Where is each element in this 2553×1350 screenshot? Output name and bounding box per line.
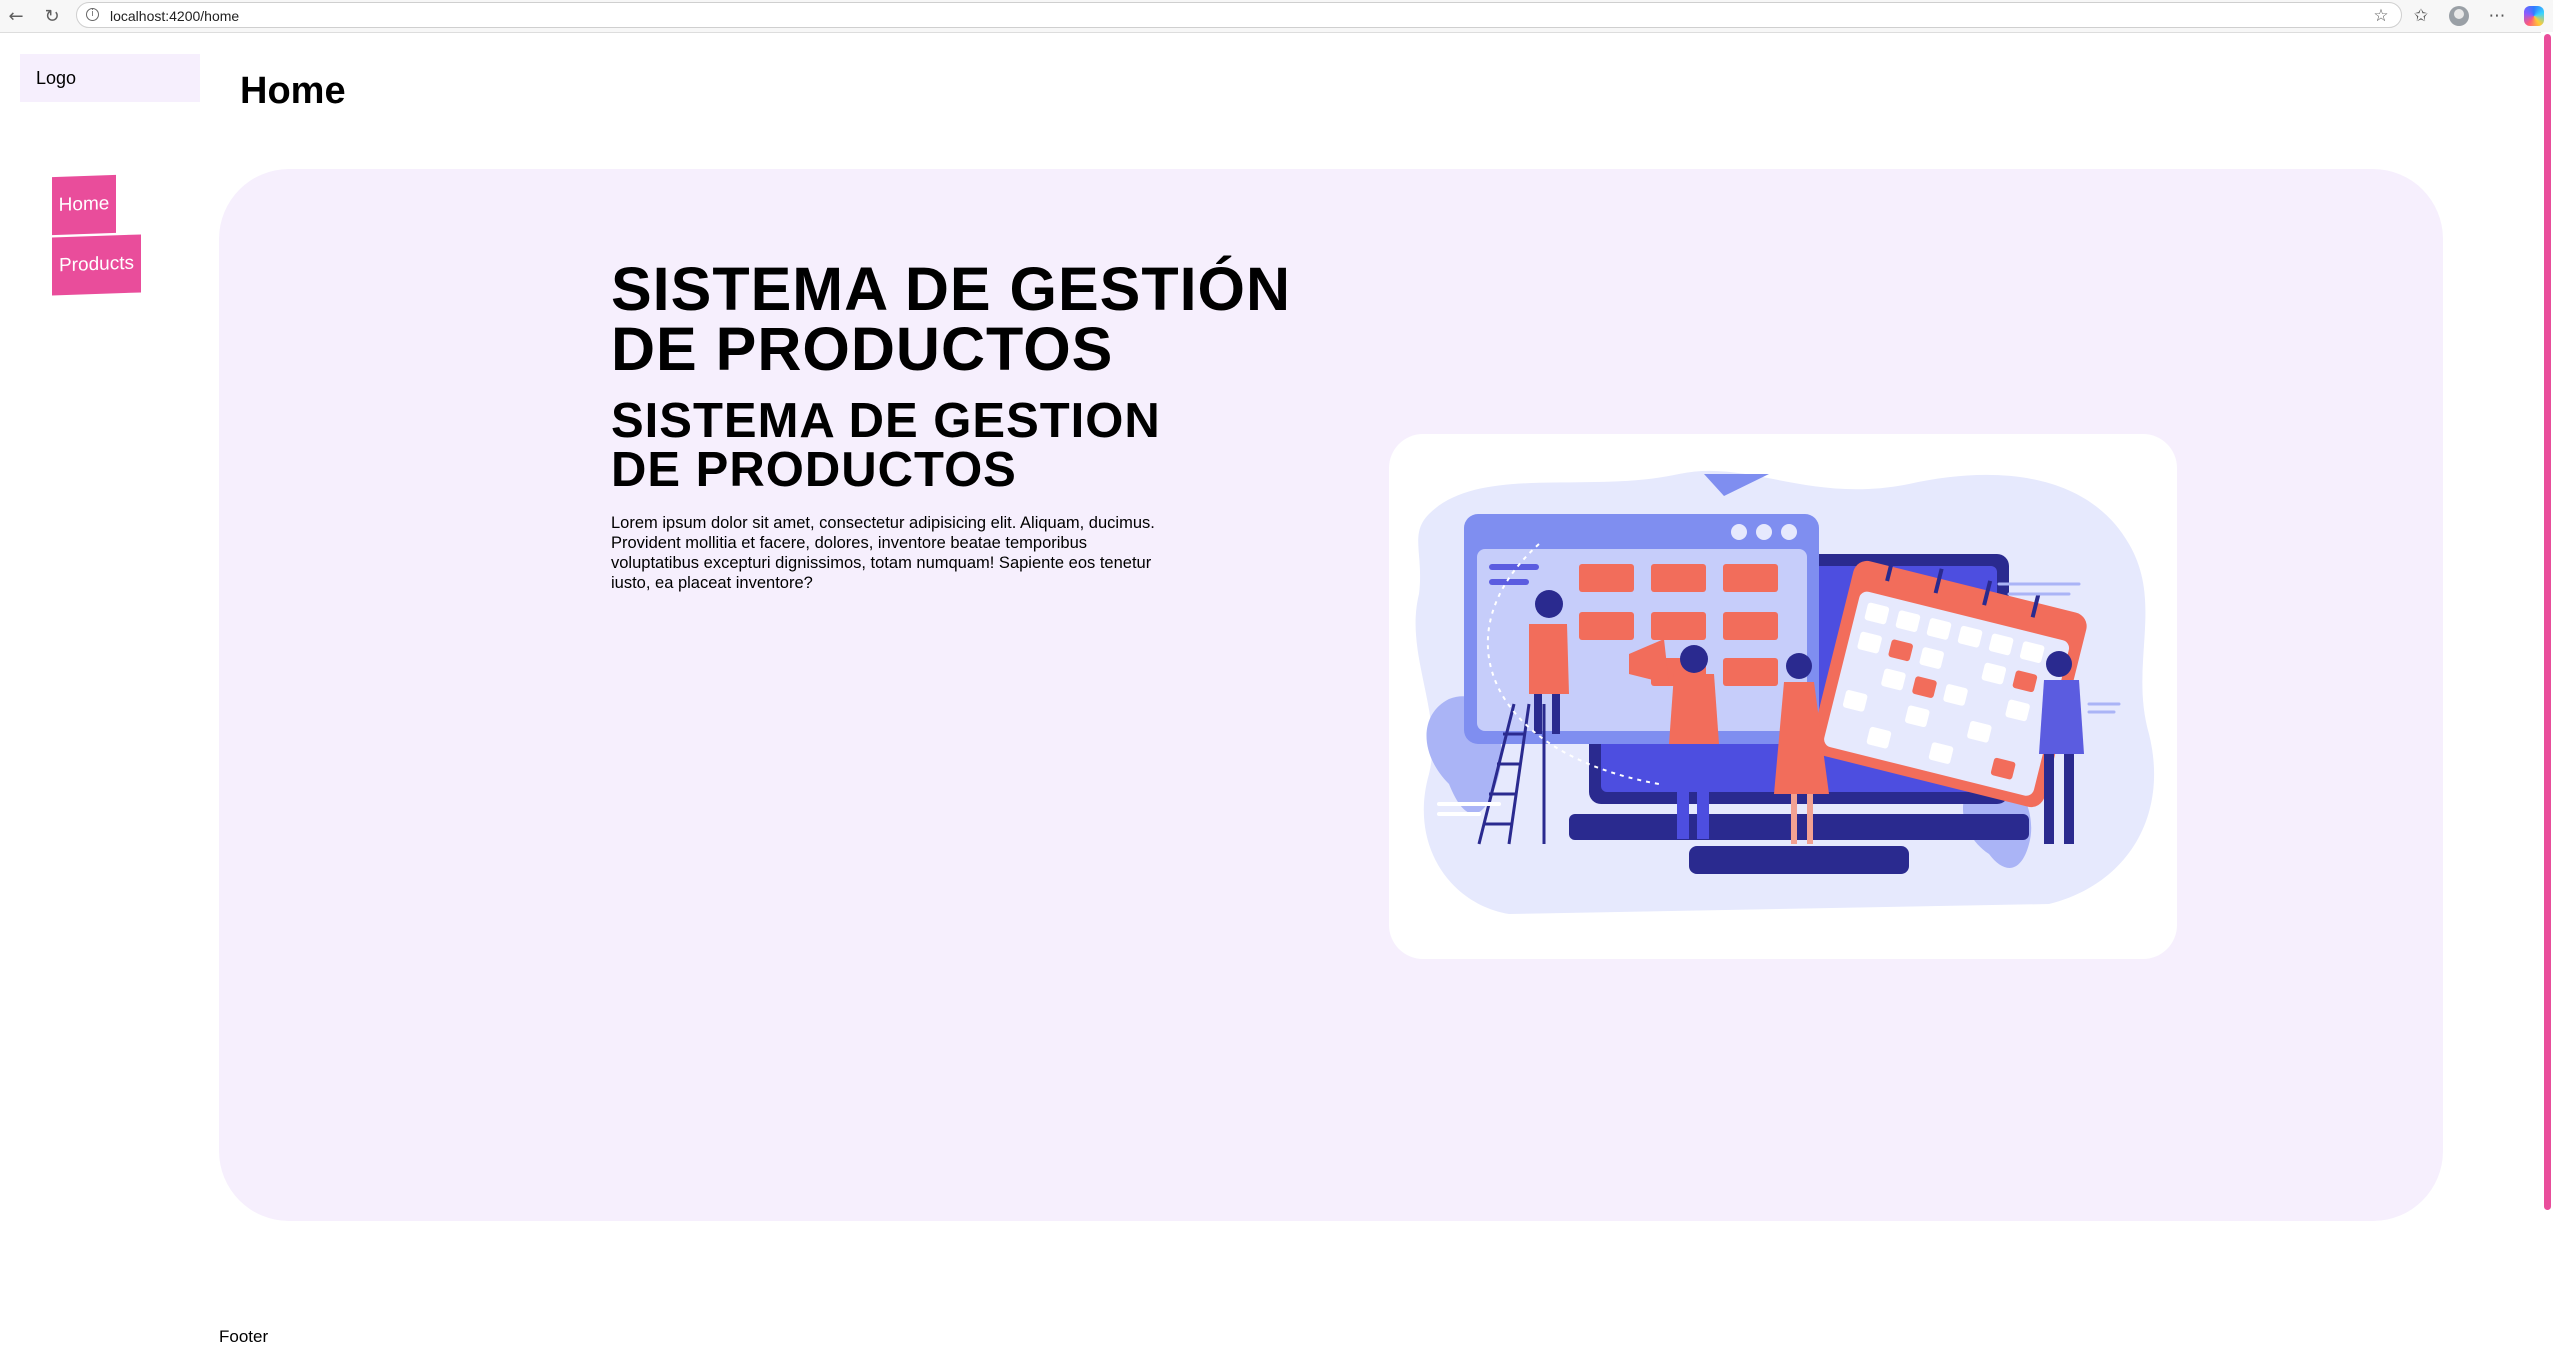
more-icon[interactable]: ⋯ [2484,4,2510,28]
logo-label: Logo [36,67,77,88]
hero-heading: SISTEMA DE GESTIÓN DE PRODUCTOS [611,255,1292,383]
scrollbar-thumb[interactable] [2544,34,2551,1210]
site-info-icon[interactable]: i [86,8,99,21]
reload-icon[interactable]: ↻ [40,4,64,28]
back-icon[interactable]: ← [4,4,28,28]
hero-paragraph: Lorem ipsum dolor sit amet, consectetur … [611,514,1155,592]
hero-subheading: SISTEMA DE GESTION DE PRODUCTOS [611,394,1161,497]
copilot-icon[interactable] [2521,4,2547,28]
hero-illustration [1389,434,2177,959]
favorites-icon[interactable]: ✩ [2408,4,2434,28]
sidebar-item-products[interactable]: Products [52,234,141,296]
footer: Footer [219,1327,269,1346]
product-management-illustration [1415,470,2155,914]
page-title: Home [240,70,346,112]
browser-toolbar: ← ↻ i localhost:4200/home ☆ ✩ ⋯ [0,0,2553,33]
favorite-star-icon[interactable]: ☆ [2368,4,2394,28]
hero-section: SISTEMA DE GESTIÓN DE PRODUCTOS SISTEMA … [219,169,2443,1221]
sidebar-item-home[interactable]: Home [52,174,116,236]
address-bar[interactable]: i localhost:4200/home [76,2,2402,28]
logo[interactable]: Logo [20,54,200,102]
address-url[interactable]: localhost:4200/home [110,8,239,24]
sidebar-item-label: Products [59,252,134,277]
profile-icon[interactable] [2446,4,2472,28]
sidebar-item-label: Home [58,193,110,216]
